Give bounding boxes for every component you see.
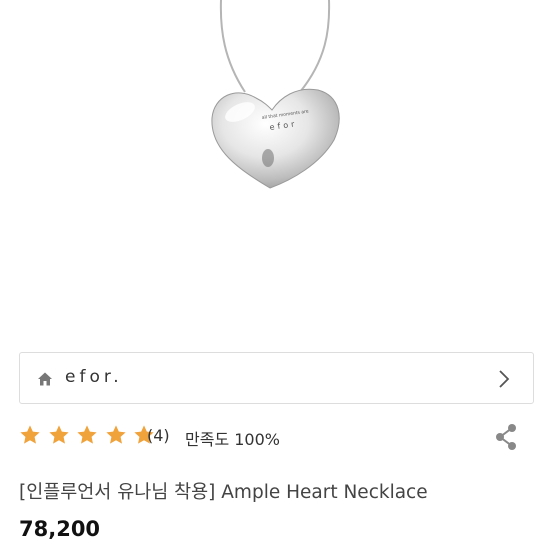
rating-stars xyxy=(19,424,157,450)
product-image[interactable]: all that moments are efor xyxy=(0,0,554,345)
heart-pendant xyxy=(211,88,340,189)
rating-row[interactable]: (4) 만족도 100% xyxy=(19,422,534,452)
chain-left xyxy=(219,0,246,93)
star-icon xyxy=(48,425,69,444)
home-icon xyxy=(38,372,52,386)
satisfaction-score: 만족도 100% xyxy=(185,430,280,449)
shop-link-bar[interactable]: efor. xyxy=(19,352,534,404)
product-title: [인플루언서 유나님 착용] Ample Heart Necklace xyxy=(19,482,428,503)
share-icon[interactable] xyxy=(493,422,519,452)
chain-right xyxy=(299,0,331,93)
shop-name: efor. xyxy=(65,367,123,387)
product-price: 78,200 xyxy=(19,517,101,541)
star-icon xyxy=(20,425,40,444)
star-icon xyxy=(106,425,126,444)
chevron-right-icon xyxy=(499,370,510,388)
heart-necklace-photo: all that moments are efor xyxy=(211,0,340,189)
star-icon xyxy=(77,425,97,444)
review-count[interactable]: (4) xyxy=(147,426,170,445)
